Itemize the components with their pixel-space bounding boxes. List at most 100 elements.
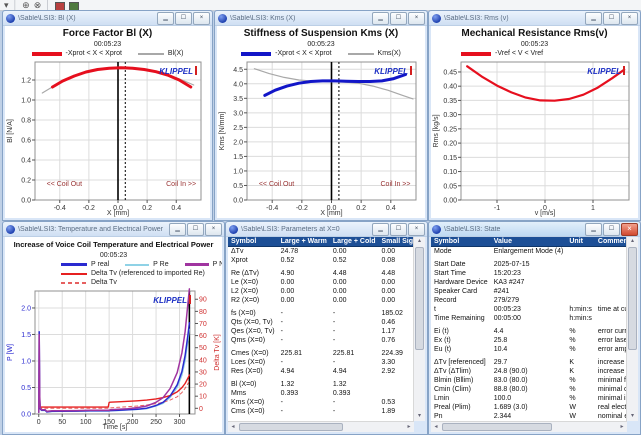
table-row: Cmes (X=0)225.81225.81224.39µFel bbox=[228, 349, 414, 358]
horizontal-scrollbar[interactable]: ◂ ▸ bbox=[431, 421, 627, 432]
scroll-up-icon[interactable]: ▴ bbox=[627, 237, 638, 246]
svg-text:-0.4: -0.4 bbox=[266, 205, 278, 212]
titlebar-state[interactable]: \Sable\LSI3: State ▁ ☐ × bbox=[429, 222, 640, 237]
table-row: Xprot0.520.520.08mmm bbox=[228, 256, 414, 265]
vertical-scrollbar[interactable]: ▴ ▾ bbox=[626, 237, 638, 421]
scroll-left-icon[interactable]: ◂ bbox=[229, 422, 237, 432]
svg-text:Time [s]: Time [s] bbox=[103, 424, 128, 431]
table-row: Qts (X=0, Tv)--0.46to bbox=[228, 318, 414, 327]
horizontal-scrollbar[interactable]: ◂ ▸ bbox=[228, 421, 414, 432]
svg-text:0.25: 0.25 bbox=[443, 126, 457, 133]
stop-icon[interactable]: ⊗ bbox=[34, 0, 42, 10]
scroll-thumb[interactable] bbox=[415, 247, 424, 350]
chart-title: Mechanical Resistance Rms(v) bbox=[431, 28, 638, 40]
scroll-right-icon[interactable]: ▸ bbox=[405, 422, 413, 432]
table-row: Kms (X=0)--0.53N/mmm bbox=[228, 398, 414, 407]
legend-item: -Vref < V < Vref bbox=[461, 50, 543, 57]
scroll-thumb[interactable] bbox=[442, 423, 552, 431]
table-row: Lces (X=0)--3.30mHel bbox=[228, 358, 414, 367]
scroll-down-icon[interactable]: ▾ bbox=[627, 412, 638, 421]
legend-item: -Xprot < X < Xprot bbox=[32, 50, 122, 57]
chart-plot[interactable]: -0.4-0.20.00.20.40.00.51.01.52.02.53.03.… bbox=[217, 58, 425, 217]
table-row: fs (X=0)--185.02Hzre bbox=[228, 309, 414, 318]
table-row: R2 (X=0)0.000.000.00Ωre bbox=[228, 296, 414, 305]
minimize-button[interactable]: ▁ bbox=[372, 223, 389, 236]
minimize-button[interactable]: ▁ bbox=[169, 223, 186, 236]
svg-text:-0.2: -0.2 bbox=[296, 205, 308, 212]
maximize-button[interactable]: ☐ bbox=[187, 223, 204, 236]
vertical-scrollbar[interactable]: ▴ ▾ bbox=[413, 237, 425, 421]
close-button[interactable]: × bbox=[408, 223, 425, 236]
bl-chart: Force Factor Bl (X)00:05:23-Xprot < X < … bbox=[5, 26, 210, 218]
close-button[interactable]: × bbox=[621, 12, 638, 25]
table-row: Eu (t)10.4%error amplifier check bbox=[431, 345, 627, 354]
table-row: ΔTv [referenced]29.7Kincrease of voice c… bbox=[431, 358, 627, 367]
table-row: Cmin (Clim)88.8 (80.0)%minimal complianc… bbox=[431, 385, 627, 394]
titlebar-power[interactable]: \Sable\LSI3: Temperature and Electrical … bbox=[3, 222, 224, 237]
svg-text:1.0: 1.0 bbox=[21, 358, 31, 365]
chart-subtitle: 00:05:23 bbox=[217, 40, 425, 49]
scroll-thumb[interactable] bbox=[628, 247, 637, 350]
scroll-up-icon[interactable]: ▴ bbox=[414, 237, 425, 246]
titlebar-parameters[interactable]: \Sable\LSI3: Parameters at X=0 ▁ ☐ × bbox=[226, 222, 427, 237]
chart-plot[interactable]: -0.4-0.20.00.20.40.00.20.40.60.81.01.2X … bbox=[5, 58, 210, 217]
svg-text:0.5: 0.5 bbox=[21, 385, 31, 392]
svg-text:Kms [N/mm]: Kms [N/mm] bbox=[219, 112, 226, 151]
svg-text:0.0: 0.0 bbox=[21, 198, 31, 205]
svg-text:0.0: 0.0 bbox=[21, 412, 31, 419]
legend-item: Bl(X) bbox=[138, 50, 184, 57]
svg-text:0.10: 0.10 bbox=[443, 169, 457, 176]
chart-plot[interactable]: 0501001502002503000.00.51.01.52.00102030… bbox=[5, 287, 222, 431]
minimize-button[interactable]: ▁ bbox=[372, 12, 389, 25]
svg-text:X [mm]: X [mm] bbox=[320, 210, 342, 217]
column-header: Symbol bbox=[228, 237, 278, 247]
chart-legend: -Xprot < X < XprotKms(X) bbox=[217, 49, 425, 58]
minimize-button[interactable]: ▁ bbox=[585, 223, 602, 236]
svg-text:40: 40 bbox=[199, 357, 207, 364]
maximize-button[interactable]: ☐ bbox=[390, 12, 407, 25]
svg-text:0.4: 0.4 bbox=[171, 205, 181, 212]
maximize-button[interactable]: ☐ bbox=[603, 12, 620, 25]
scroll-down-icon[interactable]: ▾ bbox=[414, 412, 425, 421]
window-kms: \Sable\LSI3: Kms (X) ▁ ☐ × Stiffness of … bbox=[214, 10, 428, 221]
svg-text:0.2: 0.2 bbox=[21, 178, 31, 185]
table-row: ModeEnlargement Mode (4) bbox=[431, 247, 627, 257]
minimize-button[interactable]: ▁ bbox=[157, 12, 174, 25]
close-button[interactable]: × bbox=[205, 223, 222, 236]
maximize-button[interactable]: ☐ bbox=[175, 12, 192, 25]
svg-text:100: 100 bbox=[80, 419, 92, 426]
minimize-button[interactable]: ▁ bbox=[585, 12, 602, 25]
scroll-right-icon[interactable]: ▸ bbox=[618, 422, 626, 432]
column-header: Symbol bbox=[431, 237, 491, 247]
legend-item: Delta Tv bbox=[61, 279, 117, 286]
svg-text:0.05: 0.05 bbox=[443, 183, 457, 190]
table-row: Qes (X=0, Tv)--1.17el bbox=[228, 327, 414, 336]
maximize-button[interactable]: ☐ bbox=[603, 223, 620, 236]
chart-plot[interactable]: -1010.000.050.100.150.200.250.300.350.40… bbox=[431, 58, 638, 217]
svg-text:v [m/s]: v [m/s] bbox=[535, 210, 556, 217]
close-button[interactable]: × bbox=[408, 12, 425, 25]
window-icon bbox=[6, 14, 15, 23]
close-button[interactable]: × bbox=[193, 12, 210, 25]
table-row: Lmin100.0%minimal inductance ratio bbox=[431, 394, 627, 403]
scroll-left-icon[interactable]: ◂ bbox=[432, 422, 440, 432]
dropdown-icon[interactable]: ▾ bbox=[4, 0, 9, 10]
close-button[interactable]: × bbox=[621, 223, 638, 236]
svg-text:-0.2: -0.2 bbox=[83, 205, 95, 212]
window-parameters: \Sable\LSI3: Parameters at X=0 ▁ ☐ × Sym… bbox=[225, 221, 428, 435]
window-bl: \Sable\LSI3: Bl (X) ▁ ☐ × Force Factor B… bbox=[2, 10, 213, 221]
svg-text:2.0: 2.0 bbox=[21, 305, 31, 312]
svg-text:0.6: 0.6 bbox=[21, 138, 31, 145]
titlebar-kms[interactable]: \Sable\LSI3: Kms (X) ▁ ☐ × bbox=[215, 11, 427, 26]
svg-text:0.2: 0.2 bbox=[356, 205, 366, 212]
svg-text:250: 250 bbox=[150, 419, 162, 426]
scroll-thumb[interactable] bbox=[239, 423, 343, 431]
pause-icon[interactable]: ⊕ bbox=[22, 0, 30, 10]
titlebar-bl[interactable]: \Sable\LSI3: Bl (X) ▁ ☐ × bbox=[3, 11, 212, 26]
maximize-button[interactable]: ☐ bbox=[390, 223, 407, 236]
titlebar-rms[interactable]: \Sable\LSI3: Rms (v) ▁ ☐ × bbox=[429, 11, 640, 26]
svg-text:1.0: 1.0 bbox=[233, 168, 243, 175]
kms-chart: Stiffness of Suspension Kms (X)00:05:23-… bbox=[217, 26, 425, 218]
state-table-container: SymbolValueUnitCommentModeEnlargement Mo… bbox=[431, 237, 627, 421]
column-header: Value bbox=[491, 237, 567, 247]
